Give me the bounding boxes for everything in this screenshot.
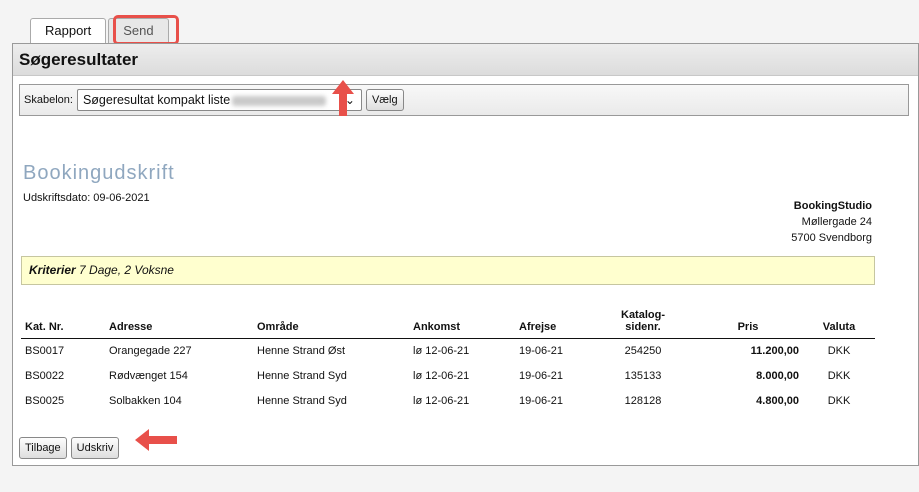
criteria-box: Kriterier 7 Dage, 2 Voksne — [21, 256, 875, 285]
col-catalog-line2: sidenr. — [625, 320, 661, 333]
col-catalog-line1: Katalog- — [621, 308, 665, 321]
report-title: Bookingudskrift — [23, 162, 175, 184]
cell-currency: DKK — [827, 394, 851, 407]
cell-arrival: lø 12-06-21 — [413, 344, 470, 357]
company-name: BookingStudio — [793, 200, 872, 212]
table-row: BS0022 Rødvænget 154 Henne Strand Syd lø 12… — [21, 363, 875, 388]
action-buttons: Tilbage Udskriv — [19, 437, 123, 459]
tab-rapport[interactable]: Rapport — [30, 18, 107, 44]
print-date: Udskriftsdato: 09-06-2021 — [23, 192, 150, 204]
tab-bar: Rapport Send — [30, 18, 171, 44]
redacted-text — [231, 96, 326, 106]
arrow-left-annotation — [135, 429, 177, 451]
cell-area: Henne Strand Syd — [257, 369, 347, 382]
col-currency: Valuta — [803, 300, 875, 339]
col-price: Pris — [693, 300, 803, 339]
col-id: Kat. Nr. — [21, 300, 105, 339]
criteria-label: Kriterier — [29, 263, 76, 277]
choose-template-button[interactable]: Vælg — [365, 89, 404, 111]
col-address: Adresse — [105, 300, 253, 339]
cell-currency: DKK — [827, 344, 851, 357]
template-select-value: Søgeresultat kompakt liste — [82, 93, 231, 107]
cell-departure: 19-06-21 — [519, 369, 564, 382]
cell-catalog: 254250 — [624, 344, 662, 357]
tab-send[interactable]: Send — [108, 18, 169, 44]
company-address: BookingStudio Møllergade 24 5700 Svendbo… — [791, 198, 872, 246]
table-row: BS0025 Solbakken 104 Henne Strand Syd lø 12… — [21, 388, 875, 413]
cell-address: Solbakken 104 — [109, 394, 182, 407]
cell-area: Henne Strand Øst — [257, 344, 346, 357]
results-table: Kat. Nr. Adresse Område Ankomst Afrejse … — [21, 300, 875, 413]
company-city: 5700 Svendborg — [791, 232, 872, 244]
cell-id: BS0017 — [25, 344, 65, 357]
col-catalog: Katalog- sidenr. — [593, 300, 693, 339]
table-row: BS0017 Orangegade 227 Henne Strand Øst lø 1… — [21, 338, 875, 363]
col-arrival: Ankomst — [409, 300, 515, 339]
page-title: Søgeresultater — [13, 44, 918, 76]
arrow-up-annotation — [332, 80, 354, 116]
cell-area: Henne Strand Syd — [257, 394, 347, 407]
cell-id: BS0022 — [25, 369, 65, 382]
cell-arrival: lø 12-06-21 — [413, 369, 470, 382]
company-street: Møllergade 24 — [801, 216, 872, 228]
cell-departure: 19-06-21 — [519, 394, 564, 407]
results-panel: Søgeresultater Skabelon: Søgeresultat ko… — [12, 43, 919, 466]
cell-address: Orangegade 227 — [109, 344, 192, 357]
col-departure: Afrejse — [515, 300, 593, 339]
back-button[interactable]: Tilbage — [19, 437, 67, 459]
template-select[interactable]: Søgeresultat kompakt liste ⌄ — [76, 89, 362, 111]
cell-price: 4.800,00 — [756, 394, 799, 407]
cell-departure: 19-06-21 — [519, 344, 564, 357]
cell-currency: DKK — [827, 369, 851, 382]
table-header-row: Kat. Nr. Adresse Område Ankomst Afrejse … — [21, 300, 875, 339]
cell-price: 8.000,00 — [756, 369, 799, 382]
cell-address: Rødvænget 154 — [109, 369, 188, 382]
template-label: Skabelon: — [24, 94, 73, 106]
cell-catalog: 135133 — [624, 369, 662, 382]
print-button[interactable]: Udskriv — [70, 437, 120, 459]
cell-arrival: lø 12-06-21 — [413, 394, 470, 407]
criteria-value: 7 Dage, 2 Voksne — [79, 263, 174, 277]
col-area: Område — [253, 300, 409, 339]
template-toolbar: Skabelon: Søgeresultat kompakt liste ⌄ V… — [19, 84, 909, 116]
cell-id: BS0025 — [25, 394, 65, 407]
cell-price: 11.200,00 — [750, 344, 799, 357]
cell-catalog: 128128 — [624, 394, 662, 407]
